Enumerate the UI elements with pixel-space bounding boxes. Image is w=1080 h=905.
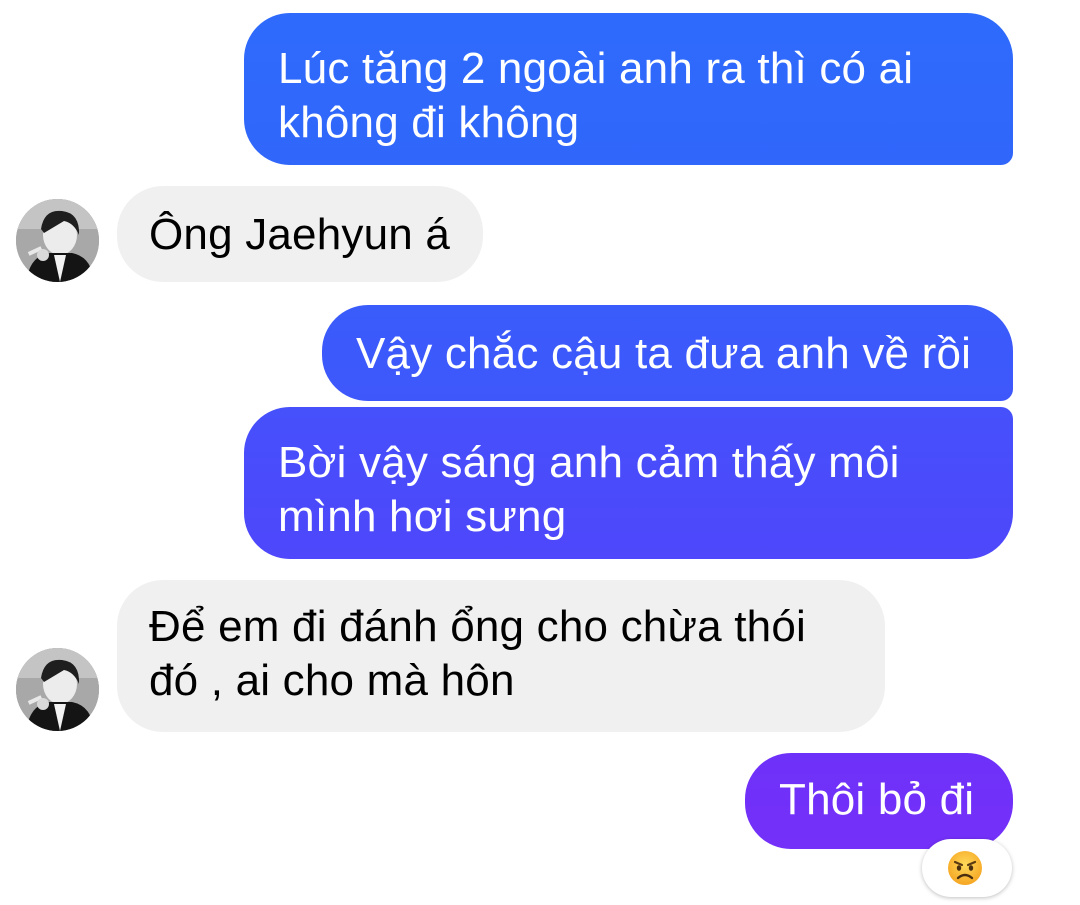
- message-thread: Lúc tăng 2 ngoài anh ra thì có ai không …: [0, 0, 1080, 905]
- message-text: Bời vậy sáng anh cảm thấy môi mình hơi s…: [278, 438, 900, 541]
- message-text: Để em đi đánh ổng cho chừa thói đó , ai …: [149, 602, 806, 705]
- outgoing-message-bubble[interactable]: Lúc tăng 2 ngoài anh ra thì có ai không …: [244, 13, 1013, 165]
- incoming-message-bubble[interactable]: Ông Jaehyun á: [117, 186, 483, 282]
- message-text: Thôi bỏ đi: [779, 775, 975, 824]
- message-text: Vậy chắc cậu ta đưa anh về rồi: [356, 329, 972, 378]
- contact-avatar[interactable]: [16, 648, 99, 731]
- message-text: Ông Jaehyun á: [149, 210, 451, 259]
- outgoing-message-bubble[interactable]: Thôi bỏ đi: [745, 753, 1013, 849]
- avatar-photo: [16, 648, 99, 731]
- outgoing-message-bubble[interactable]: Bời vậy sáng anh cảm thấy môi mình hơi s…: [244, 407, 1013, 559]
- message-reaction[interactable]: [922, 839, 1012, 897]
- avatar-photo: [16, 199, 99, 282]
- message-text: Lúc tăng 2 ngoài anh ra thì có ai không …: [278, 44, 914, 147]
- outgoing-message-bubble[interactable]: Vậy chắc cậu ta đưa anh về rồi: [322, 305, 1013, 401]
- angry-face-icon: [948, 851, 982, 885]
- contact-avatar[interactable]: [16, 199, 99, 282]
- incoming-message-bubble[interactable]: Để em đi đánh ổng cho chừa thói đó , ai …: [117, 580, 885, 732]
